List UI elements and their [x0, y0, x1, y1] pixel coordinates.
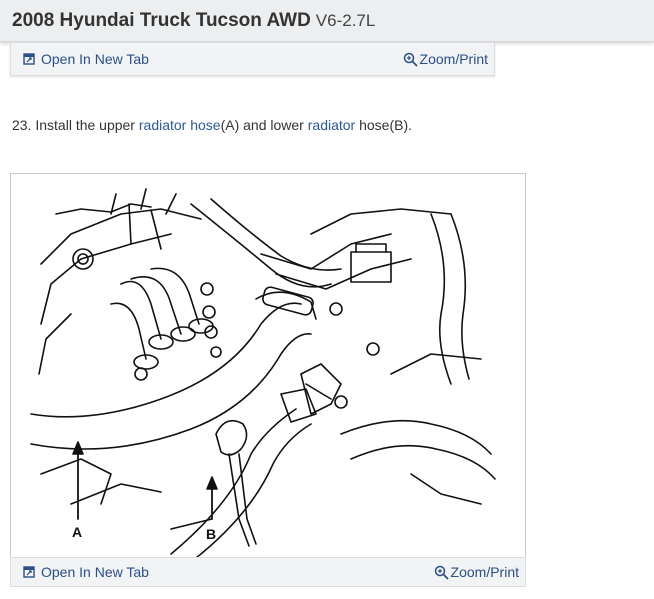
label-b: B: [206, 526, 216, 542]
zoom-print-label: Zoom/Print: [419, 51, 488, 67]
zoom-print-link-bottom[interactable]: Zoom/Print: [434, 564, 519, 580]
step-text-mid: (A) and lower: [220, 117, 308, 133]
page-header: 2008 Hyundai Truck Tucson AWD V6-2.7L: [0, 0, 654, 42]
open-in-new-tab-label: Open In New Tab: [41, 564, 149, 580]
step-instruction: 23. Install the upper radiator hose(A) a…: [12, 117, 412, 133]
step-text-prefix: 23. Install the upper: [12, 117, 139, 133]
open-in-new-tab-link[interactable]: Open In New Tab: [23, 51, 149, 67]
magnifier-icon: [434, 565, 449, 580]
diagram-figure[interactable]: A B: [10, 173, 526, 558]
external-window-icon: [23, 53, 35, 65]
radiator-link[interactable]: radiator: [308, 117, 355, 133]
top-action-bar: Open In New Tab Zoom/Print: [10, 43, 495, 76]
radiator-hose-link[interactable]: radiator hose: [139, 117, 221, 133]
engine-subtitle: V6-2.7L: [315, 10, 376, 30]
open-in-new-tab-label: Open In New Tab: [41, 51, 149, 67]
vehicle-title: 2008 Hyundai Truck Tucson AWD: [12, 9, 311, 31]
zoom-print-link[interactable]: Zoom/Print: [403, 51, 488, 67]
open-in-new-tab-link-bottom[interactable]: Open In New Tab: [23, 564, 149, 580]
external-window-icon: [23, 566, 35, 578]
engine-hose-diagram: A B: [30, 188, 496, 558]
label-a: A: [72, 524, 82, 540]
bottom-action-bar: Open In New Tab Zoom/Print: [10, 557, 526, 587]
zoom-print-label: Zoom/Print: [450, 564, 519, 580]
step-text-suffix: hose(B).: [355, 117, 413, 133]
magnifier-icon: [403, 52, 418, 67]
